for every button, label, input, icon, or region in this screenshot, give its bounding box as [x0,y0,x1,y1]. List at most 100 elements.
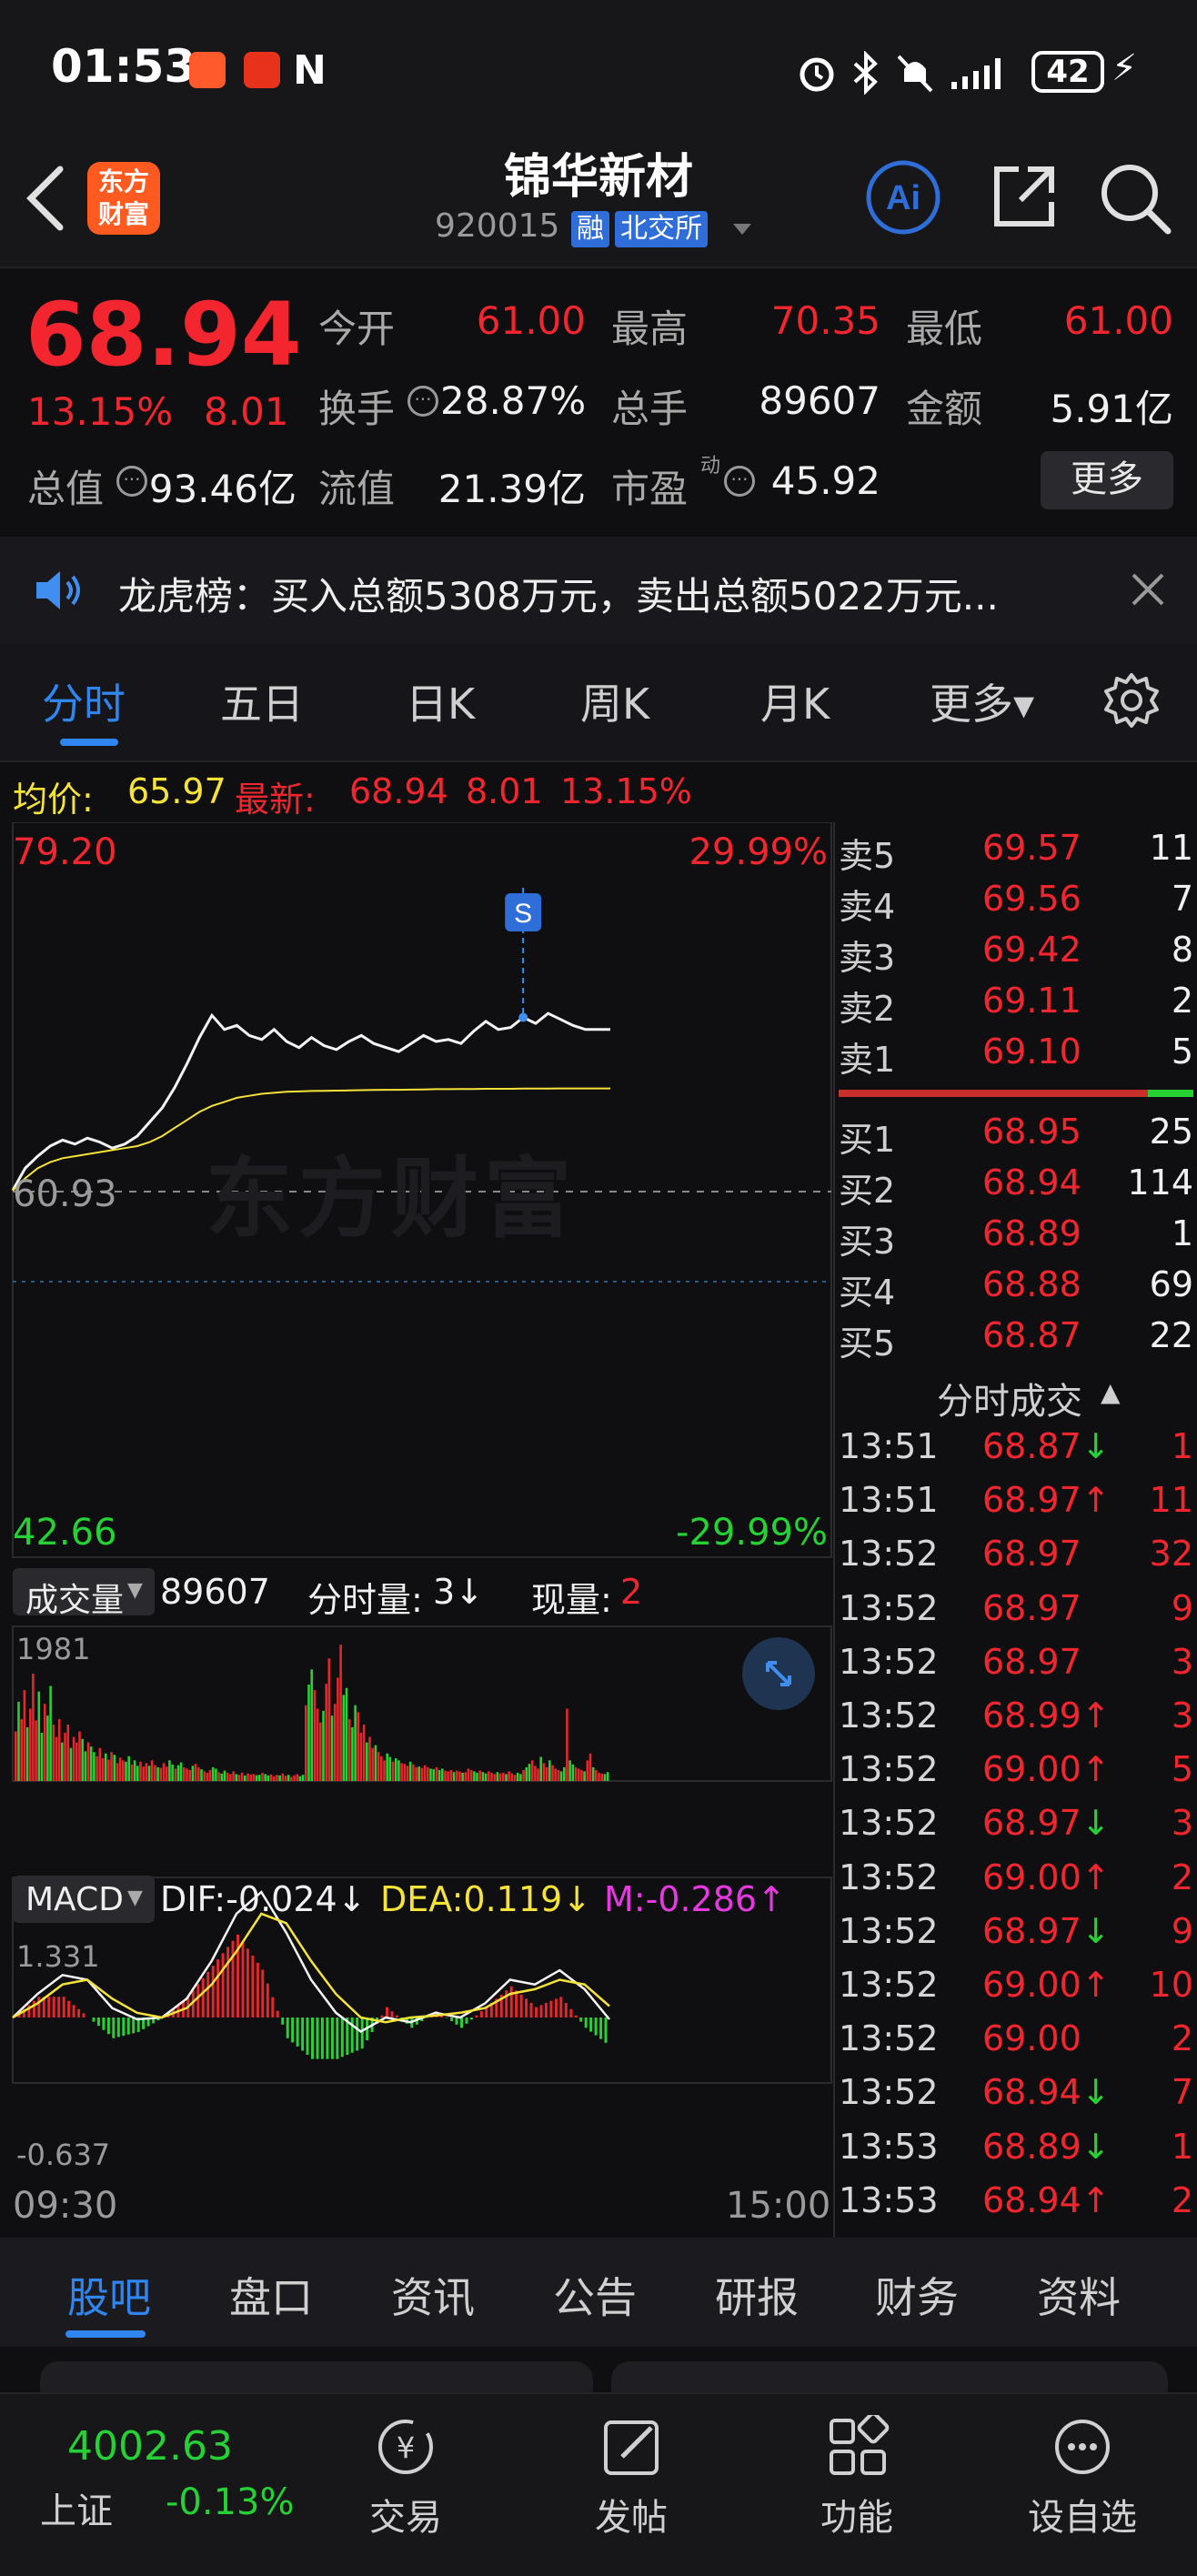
price-info-line: 均价: 65.97 最新: 68.94 8.01 13.15% [0,762,1197,822]
chevron-down-icon[interactable] [731,222,753,238]
ask-row[interactable]: 卖5 69.57 11 [839,828,1193,879]
share-icon[interactable] [988,160,1061,233]
macd-bar [122,2018,126,2037]
expand-button[interactable] [742,1637,815,1710]
macd-bar [296,2018,299,2047]
app-notification-icon-2 [244,52,280,88]
tick-time: 13:52 [839,1749,939,1790]
macd-bar [126,2018,130,2035]
nav-watchlist[interactable]: 设自选 [1010,2415,1155,2541]
volume-bar [272,1776,276,1781]
tab-more[interactable]: 更多▾ [930,671,1034,731]
tick-volume: 2 [1171,2018,1193,2059]
latest-value: 68.94 [349,771,448,811]
tab-research[interactable]: 研报 [715,2265,799,2325]
index-ticker[interactable]: 4002.63 上证 -0.13% [27,2398,300,2561]
volume-bar [246,1773,249,1781]
nav-functions[interactable]: 功能 [784,2411,930,2541]
tab-intraday[interactable]: 分时 [42,671,126,731]
volume-bar [183,1766,186,1781]
macd-bar [206,1971,210,2018]
tab-announcement[interactable]: 公告 [553,2265,637,2325]
ask-label: 卖1 [839,1040,896,1080]
tick-price: 68.99 [982,1696,1081,1736]
settings-gear-icon[interactable] [1102,671,1161,730]
bottom-tabs: 股吧 盘口 资讯 公告 研报 财务 资料 [0,2238,1197,2347]
marker-dot [518,1012,528,1022]
nav-trade[interactable]: ¥ 交易 [333,2415,478,2541]
tick-volume: 5 [1171,1749,1193,1790]
volume-bar [397,1760,400,1781]
volume-bar [337,1677,339,1781]
macd-bar [599,2018,603,2039]
info-icon[interactable]: ··· [407,386,438,417]
volume-bar [330,1716,334,1781]
tab-finance[interactable]: 财务 [875,2265,959,2325]
volume-bar [206,1772,209,1781]
float-value: 21.39亿 [438,467,586,511]
ai-icon[interactable]: Ai [864,158,942,236]
up-arrow-icon: ↑ [1081,1749,1111,1790]
nav-trade-label: 交易 [369,2497,442,2539]
bid-row[interactable]: 买3 68.89 1 [839,1213,1193,1264]
macd-bar [594,2018,598,2036]
info-icon-pe[interactable]: ··· [724,466,755,497]
volume-bar [29,1708,32,1781]
volume-bar [481,1772,485,1781]
tab-five-day[interactable]: 五日 [220,671,304,731]
ticks-title[interactable]: 分时成交 [937,1372,1082,1424]
volume-bar [522,1769,525,1781]
volume-indicator-select[interactable]: 成交量 ▼ [13,1568,155,1619]
tab-pankou[interactable]: 盘口 [229,2265,313,2325]
volume-max-label: 1981 [16,1632,91,1666]
macd-bar [469,2018,473,2020]
float-label: 流值 [318,467,396,511]
volume-bar [159,1767,163,1781]
volume-bar [467,1768,470,1781]
up-arrow-icon: ↑ [1081,1965,1111,2005]
info-icon-mktcap[interactable]: ··· [116,466,147,497]
ask-row[interactable]: 卖3 69.42 8 [839,930,1193,981]
tab-news[interactable]: 资讯 [391,2265,475,2325]
ask-price: 69.57 [982,828,1081,868]
tab-monthly-k[interactable]: 月K [760,671,830,731]
search-icon[interactable] [1097,160,1173,236]
bid-row[interactable]: 买5 68.87 22 [839,1315,1193,1366]
volume-bar [156,1766,159,1781]
volume-bar [188,1769,191,1781]
bid-row[interactable]: 买4 68.88 69 [839,1264,1193,1315]
latest-pct: 13.15% [560,771,692,811]
macd-indicator-select[interactable]: MACD ▼ [13,1876,155,1923]
notice-text[interactable]: 龙虎榜：买入总额5308万元，卖出总额5022万元... [118,566,999,621]
ask-row[interactable]: 卖2 69.11 2 [839,981,1193,1031]
tick-row: 13:51 68.97↑ 11 [839,1480,1193,1534]
tab-weekly-k[interactable]: 周K [580,671,649,731]
total-volume: 89607 [160,1572,270,1612]
volume-bar [307,1685,310,1781]
more-button[interactable]: 更多 [1041,451,1173,509]
volume-bar [469,1769,473,1781]
volume-bar [223,1770,226,1781]
tab-guba[interactable]: 股吧 [67,2265,151,2325]
volume-bar [595,1769,598,1781]
tab-profile[interactable]: 资料 [1037,2265,1121,2325]
bid-row[interactable]: 买2 68.94 114 [839,1162,1193,1213]
volume-bar [32,1673,35,1781]
down-arrow-icon: ↓ [1081,1910,1111,1951]
tick-time: 13:52 [839,1696,939,1736]
nav-post[interactable]: 发帖 [558,2415,704,2541]
bid-row[interactable]: 买1 68.95 25 [839,1112,1193,1162]
tab-daily-k[interactable]: 日K [406,671,475,731]
chevron-up-icon[interactable]: ▲ [1101,1377,1121,1407]
volume-bar [496,1772,499,1781]
tick-price: 68.97 [982,1534,1081,1575]
volume-bar [452,1772,456,1781]
volume-bar [139,1761,142,1781]
volume-bar [98,1747,102,1781]
ask-row[interactable]: 卖1 69.10 5 [839,1031,1193,1082]
volume-bar [490,1772,493,1781]
ask-row[interactable]: 卖4 69.56 7 [839,879,1193,930]
volume-bar [244,1775,246,1781]
volume-bar [217,1772,220,1781]
close-icon[interactable] [1130,571,1166,608]
